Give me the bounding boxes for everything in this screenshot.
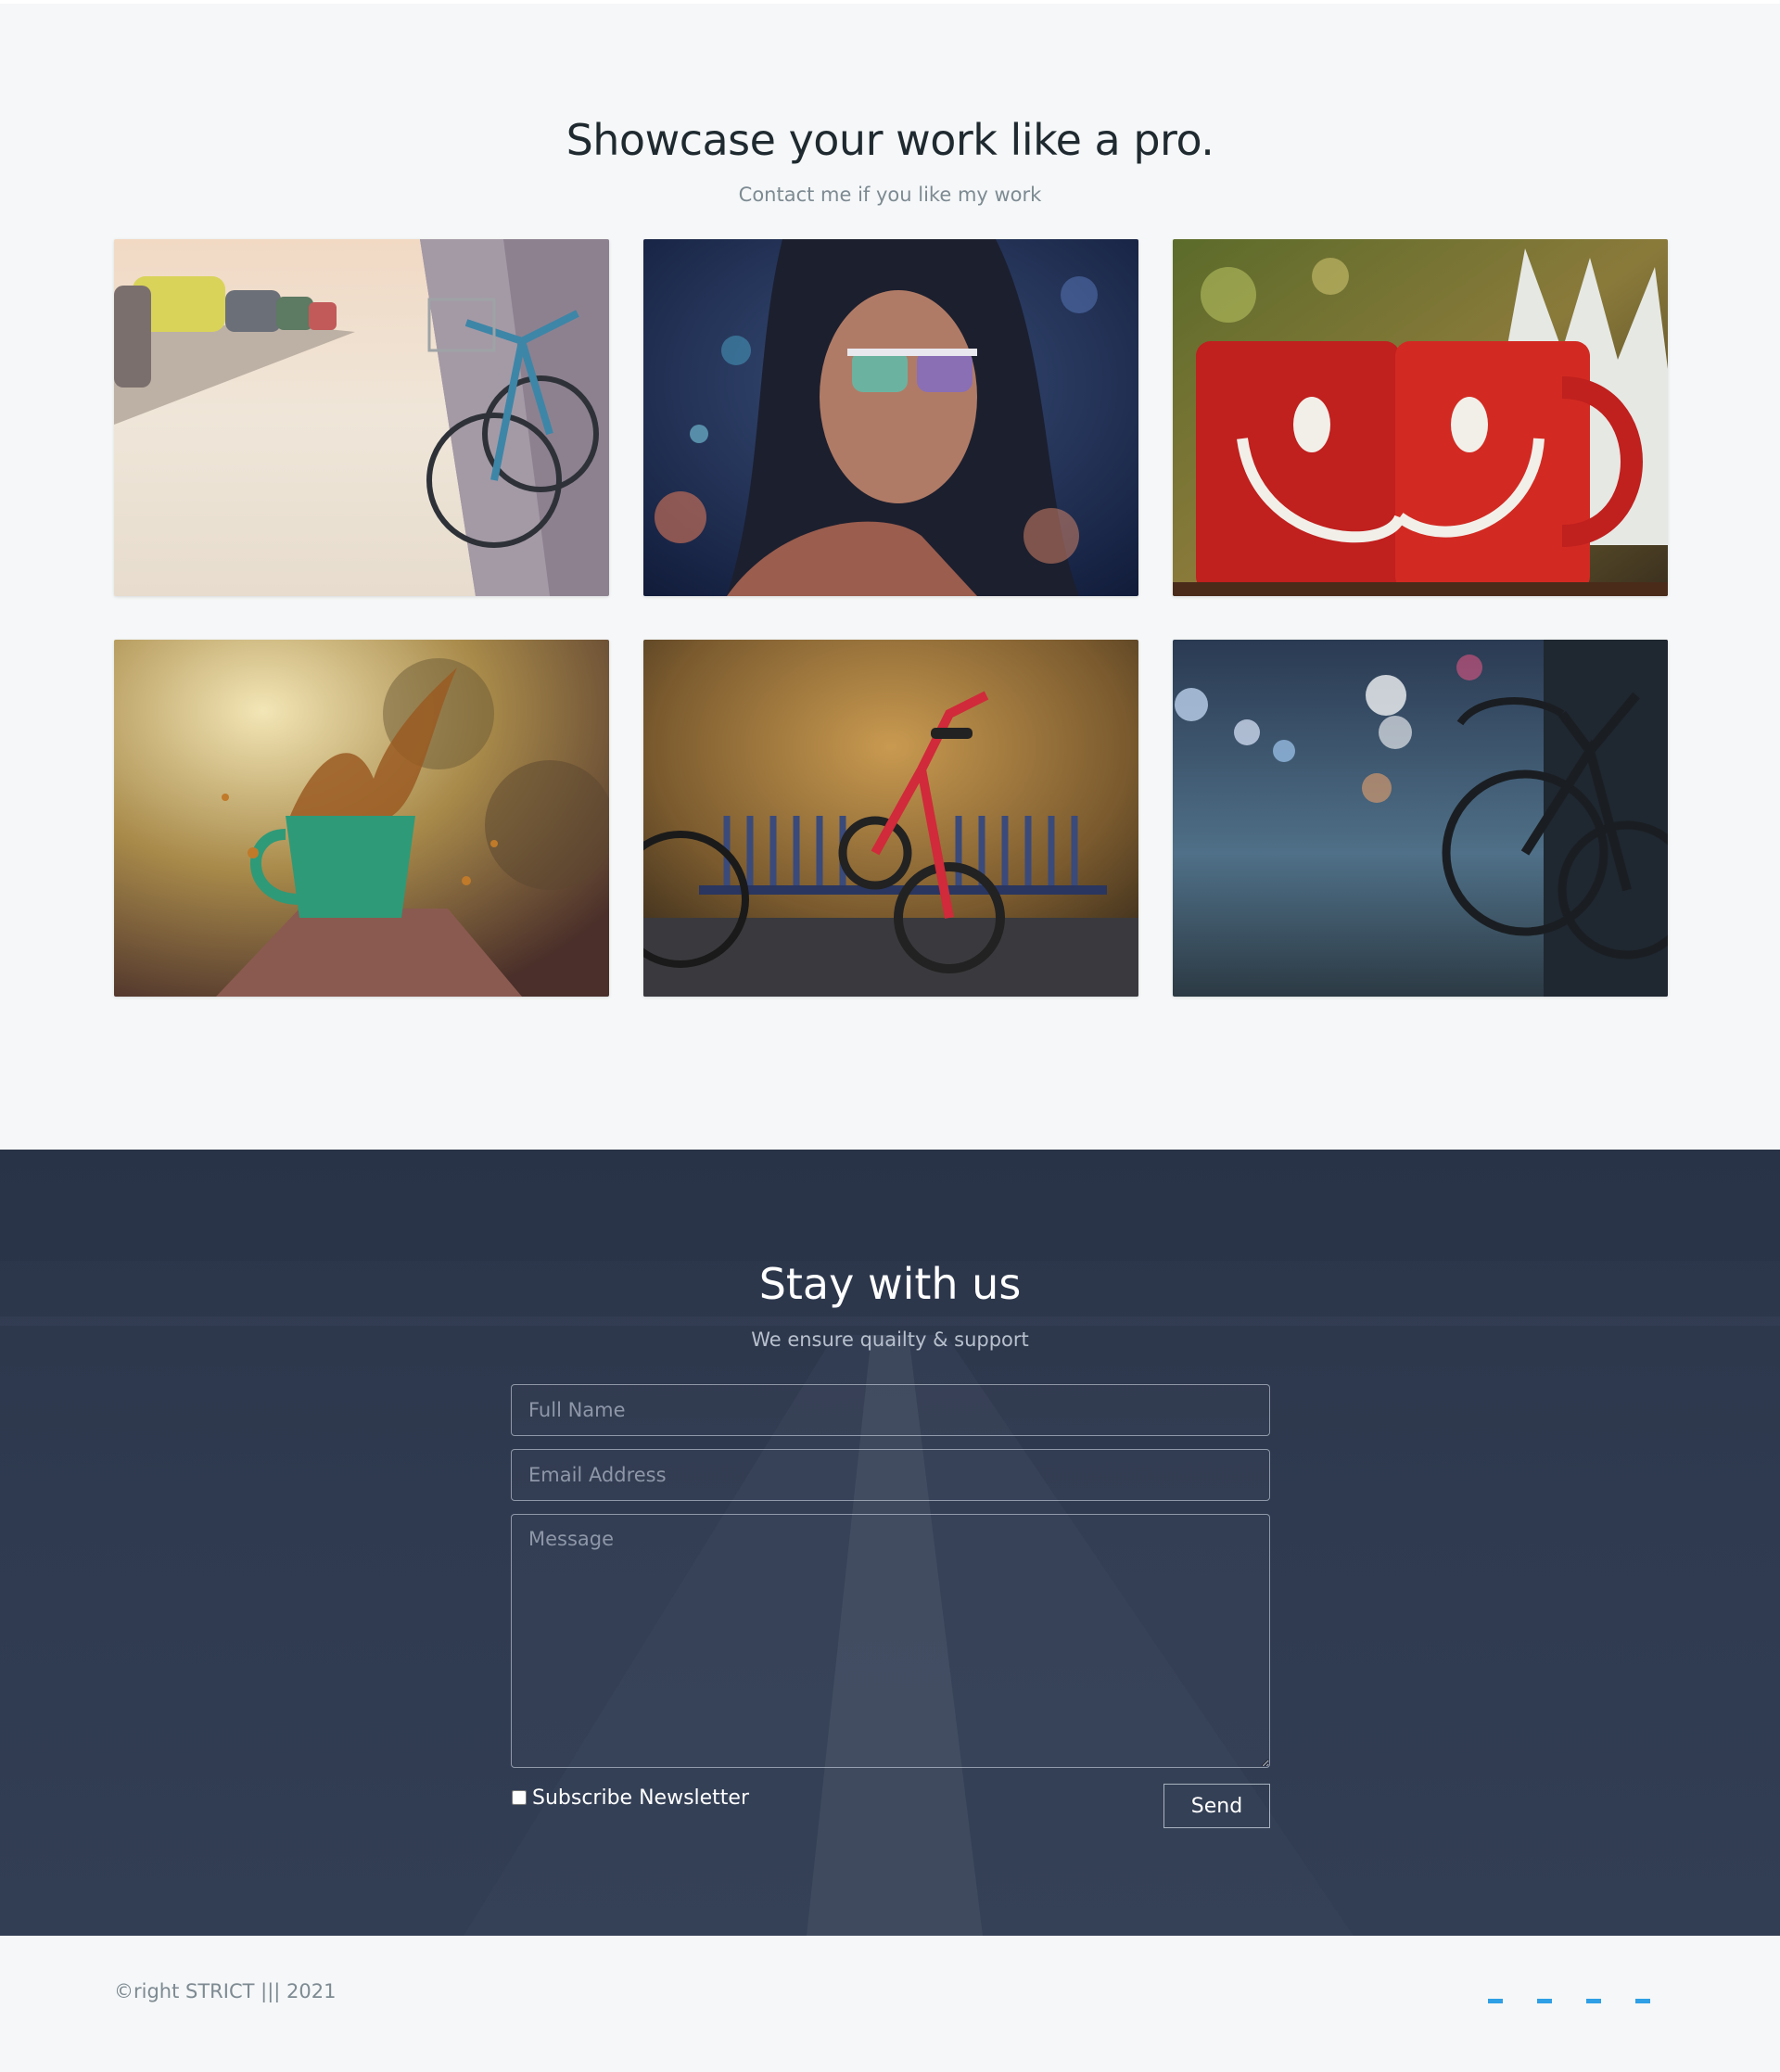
social-icon-2[interactable] — [1537, 1999, 1552, 2003]
social-links — [1488, 1999, 1650, 2003]
send-button[interactable]: Send — [1163, 1784, 1270, 1828]
red-smiley-mugs-photo — [1173, 239, 1668, 596]
message-textarea[interactable] — [511, 1514, 1270, 1768]
bicycle-street-photo — [114, 239, 609, 596]
portfolio-item-bicycle-street[interactable] — [114, 239, 609, 596]
portfolio-item-bicycle-night[interactable] — [1173, 640, 1668, 997]
portfolio-title: Showcase your work like a pro. — [566, 115, 1214, 165]
email-address-input[interactable] — [511, 1449, 1270, 1501]
social-icon-4[interactable] — [1635, 1999, 1650, 2003]
bicycle-night-street-photo — [1173, 640, 1668, 997]
contact-section: Stay with us We ensure quailty & support… — [0, 1150, 1780, 1936]
subscribe-newsletter[interactable]: Subscribe Newsletter — [511, 1784, 749, 1811]
coffee-splash-cup-photo — [114, 640, 609, 997]
portfolio-item-red-bicycle[interactable] — [643, 640, 1138, 997]
portfolio-item-red-mugs[interactable] — [1173, 239, 1668, 596]
contact-subtitle: We ensure quailty & support — [751, 1328, 1029, 1351]
subscribe-newsletter-checkbox[interactable] — [512, 1790, 527, 1805]
woman-sunglasses-photo — [643, 239, 1138, 596]
red-bicycle-wall-photo — [643, 640, 1138, 997]
portfolio-item-coffee-splash[interactable] — [114, 640, 609, 997]
portfolio-section: Showcase your work like a pro. Contact m… — [0, 4, 1780, 1150]
full-name-input[interactable] — [511, 1384, 1270, 1436]
portfolio-subtitle: Contact me if you like my work — [738, 184, 1042, 206]
portfolio-item-woman-sunglasses[interactable] — [643, 239, 1138, 596]
social-icon-1[interactable] — [1488, 1999, 1503, 2003]
copyright-text: ©right STRICT ||| 2021 — [114, 1980, 337, 2002]
site-footer: ©right STRICT ||| 2021 — [0, 1936, 1780, 2072]
contact-title: Stay with us — [758, 1259, 1022, 1309]
subscribe-newsletter-label: Subscribe Newsletter — [532, 1786, 750, 1810]
social-icon-3[interactable] — [1586, 1999, 1601, 2003]
